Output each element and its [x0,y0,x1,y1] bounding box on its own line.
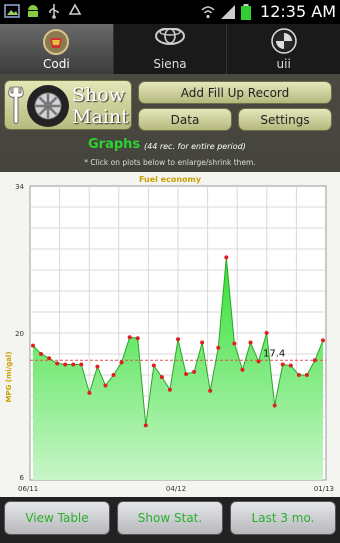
data-point[interactable] [256,359,261,364]
data-point[interactable] [167,387,172,392]
data-point[interactable] [192,369,197,374]
show-maint-line2: Maint [72,106,129,128]
fuel-economy-chart[interactable]: Fuel economy MPG (mi/gal) 17.4 34 20 6 06/1… [0,172,340,497]
usb-icon [46,3,62,19]
graphs-subtitle: (44 rec. for entire period) [144,142,246,151]
show-maint-button[interactable]: Show Maint [4,80,132,130]
graphs-hint: * Click on plots below to enlarge/shrink… [84,158,256,167]
data-point[interactable] [31,343,35,348]
data-point[interactable] [288,363,293,368]
data-point[interactable] [151,363,156,368]
gallery-icon [4,3,20,19]
chart-ylabel: MPG (mi/gal) [5,351,13,402]
last-3-months-button[interactable]: Last 3 mo. [230,501,336,535]
clock: 12:35 AM [260,2,336,21]
data-point[interactable] [159,375,164,380]
show-stat-button[interactable]: Show Stat. [117,501,223,535]
data-point[interactable] [296,373,301,377]
android-icon [25,3,41,19]
data-point[interactable] [63,362,68,367]
data-point[interactable] [272,403,277,408]
data-point[interactable] [224,255,229,260]
x-tick-label: 01/13 [314,485,334,493]
show-maint-label: Show Maint [72,84,129,128]
add-fill-up-button[interactable]: Add Fill Up Record [138,81,332,104]
x-tick-label: 04/12 [166,485,186,493]
data-point[interactable] [176,337,180,342]
data-point[interactable] [208,388,213,393]
data-point[interactable] [264,331,269,335]
data-point[interactable] [280,362,285,367]
data-point[interactable] [95,364,100,369]
status-bar: 12:35 AM [0,0,340,24]
main-panel: Show Maint Add Fill Up Record Data Setti… [0,74,340,543]
battery-icon [240,3,256,20]
data-point[interactable] [39,352,44,356]
y-tick-label: 34 [15,183,24,191]
tab-codi[interactable]: Codi [0,24,114,74]
cadillac-logo-icon [43,28,70,60]
tab-siena[interactable]: Siena [114,24,228,74]
recycle-icon [67,3,83,19]
view-table-button[interactable]: View Table [4,501,110,535]
show-maint-line1: Show [72,84,125,106]
bottom-bar: View Table Show Stat. Last 3 mo. [0,497,340,543]
tab-label: Siena [153,57,187,71]
graphs-title: Graphs [88,137,141,152]
tab-uii[interactable]: uii [227,24,340,74]
wrench-icon [8,85,24,129]
data-point[interactable] [55,361,60,366]
data-point[interactable] [240,367,245,372]
average-annotation: 17.4 [263,348,285,359]
y-tick-label: 20 [15,330,24,338]
data-point[interactable] [103,383,108,388]
wheel-icon [26,84,70,132]
data-point[interactable] [47,356,52,361]
chart-svg[interactable]: Fuel economy MPG (mi/gal) 17.4 34 20 6 06/1… [0,172,340,497]
bmw-logo-icon [270,28,297,58]
data-point[interactable] [79,362,84,367]
data-point[interactable] [135,336,140,341]
toyota-logo-icon [153,27,187,50]
data-point[interactable] [232,341,237,346]
y-tick-label: 6 [20,474,25,482]
vehicle-tabs: Codi Siena uii [0,24,340,74]
x-tick-label: 06/11 [18,485,38,493]
data-point[interactable] [143,423,148,428]
data-point[interactable] [119,360,124,365]
data-point[interactable] [248,340,253,345]
data-point[interactable] [87,390,92,395]
data-point[interactable] [127,335,132,340]
wifi-icon [200,4,216,20]
settings-button[interactable]: Settings [238,108,332,131]
data-point[interactable] [304,373,309,377]
data-point[interactable] [321,338,325,343]
data-point[interactable] [216,345,221,350]
data-point[interactable] [71,362,76,367]
data-point[interactable] [312,358,317,363]
data-point[interactable] [111,373,116,377]
data-point[interactable] [200,340,205,345]
signal-icon [220,4,236,20]
tab-label: uii [276,57,291,71]
chart-title: Fuel economy [139,175,202,184]
data-button[interactable]: Data [138,108,232,131]
data-point[interactable] [184,371,189,376]
